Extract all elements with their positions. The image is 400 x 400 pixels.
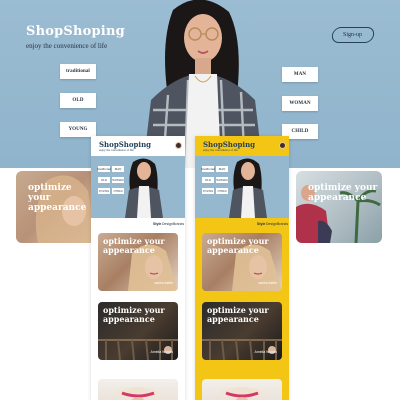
- phone-mockup-yellow: ShopShoping enjoy the convenience of lif…: [195, 136, 289, 400]
- phone-card-beauty-name: sasha kaller: [154, 281, 173, 285]
- phone-card-beauty-title: optimize your appearance: [103, 236, 165, 255]
- tab-brands[interactable]: Brands: [173, 222, 184, 226]
- phone-chip-old[interactable]: OLD: [98, 177, 110, 183]
- phone-chip-man[interactable]: MAN: [112, 166, 124, 172]
- phone-card-beauty[interactable]: optimize your appearance sasha kaller: [202, 233, 282, 291]
- tab-style[interactable]: Style: [257, 222, 265, 226]
- signup-button-label: Sign-up: [343, 32, 363, 38]
- phone-chip-child[interactable]: CHILD: [216, 188, 228, 194]
- phone-chip-woman[interactable]: WOMAN: [216, 177, 228, 183]
- promo-card-right-image: [296, 185, 381, 243]
- phone-mockup-white: ShopShoping enjoy the convenience of lif…: [91, 136, 185, 400]
- phone-card-shop-name: Amelia Woods: [254, 350, 277, 354]
- signup-button[interactable]: Sign-up: [330, 27, 376, 43]
- promo-card-right-title: optimize your appearance: [308, 183, 378, 203]
- promo-card-left-title: optimize your appearance: [28, 183, 87, 213]
- tab-design[interactable]: Design: [266, 222, 277, 226]
- phone-chip-child[interactable]: CHILD: [112, 188, 124, 194]
- brand-logo[interactable]: ShopShoping: [26, 24, 125, 39]
- phone-card-beauty-name: sasha kaller: [258, 281, 277, 285]
- phone-card-hat-image: [116, 387, 160, 400]
- phone-chip-traditional[interactable]: traditional: [201, 166, 215, 172]
- tab-brands[interactable]: Brands: [277, 222, 288, 226]
- phone-tagline: enjoy the convenience of life: [99, 148, 134, 152]
- brand-tagline: enjoy the convenience of life: [26, 42, 108, 50]
- tab-style[interactable]: Style: [153, 222, 161, 226]
- phone-card-beauty[interactable]: optimize your appearance sasha kaller: [98, 233, 178, 291]
- phone-tagline: enjoy the convenience of life: [203, 148, 238, 152]
- phone-chip-woman[interactable]: WOMAN: [112, 177, 124, 183]
- phone-card-shop-title: optimize your appearance: [103, 305, 165, 324]
- phone-chip-young[interactable]: YOUNG: [202, 188, 214, 194]
- phone-chip-traditional[interactable]: traditional: [97, 166, 111, 172]
- phone-header: ShopShoping enjoy the convenience of lif…: [91, 136, 185, 156]
- filter-chip-young[interactable]: YOUNG: [60, 122, 96, 137]
- phone-chip-man[interactable]: MAN: [216, 166, 228, 172]
- phone-tabs: Style Design Brands: [195, 218, 289, 230]
- filter-chip-woman[interactable]: WOMAN: [282, 96, 318, 111]
- phone-card-shop[interactable]: optimize your appearance Amelia Woods: [98, 302, 178, 360]
- phone-hero: traditional OLD YOUNG MAN WOMAN CHILD: [91, 156, 185, 218]
- phone-header: ShopShoping enjoy the convenience of lif…: [195, 136, 289, 156]
- avatar[interactable]: [279, 142, 286, 149]
- phone-chip-old[interactable]: OLD: [202, 177, 214, 183]
- phone-card-hat-image: [220, 387, 264, 400]
- tab-design[interactable]: Design: [162, 222, 173, 226]
- phone-card-shop-title: optimize your appearance: [207, 305, 269, 324]
- filter-chip-old[interactable]: OLD: [60, 93, 96, 108]
- filter-chip-man[interactable]: MAN: [282, 67, 318, 82]
- phone-tabs: Style Design Brands: [91, 218, 185, 230]
- phone-chip-young[interactable]: YOUNG: [98, 188, 110, 194]
- phone-card-beauty-title: optimize your appearance: [207, 236, 269, 255]
- promo-card-right[interactable]: optimize your appearance: [296, 171, 382, 243]
- phone-card-shop[interactable]: optimize your appearance Amelia Woods: [202, 302, 282, 360]
- promo-card-left[interactable]: optimize your appearance: [16, 171, 96, 243]
- phone-card-hat[interactable]: [98, 379, 178, 400]
- phone-hero: traditional OLD YOUNG MAN WOMAN CHILD: [195, 156, 289, 218]
- phone-card-hat[interactable]: [202, 379, 282, 400]
- filter-chip-traditional[interactable]: traditional: [60, 64, 96, 79]
- phone-card-shop-name: Amelia Woods: [150, 350, 173, 354]
- avatar[interactable]: [175, 142, 182, 149]
